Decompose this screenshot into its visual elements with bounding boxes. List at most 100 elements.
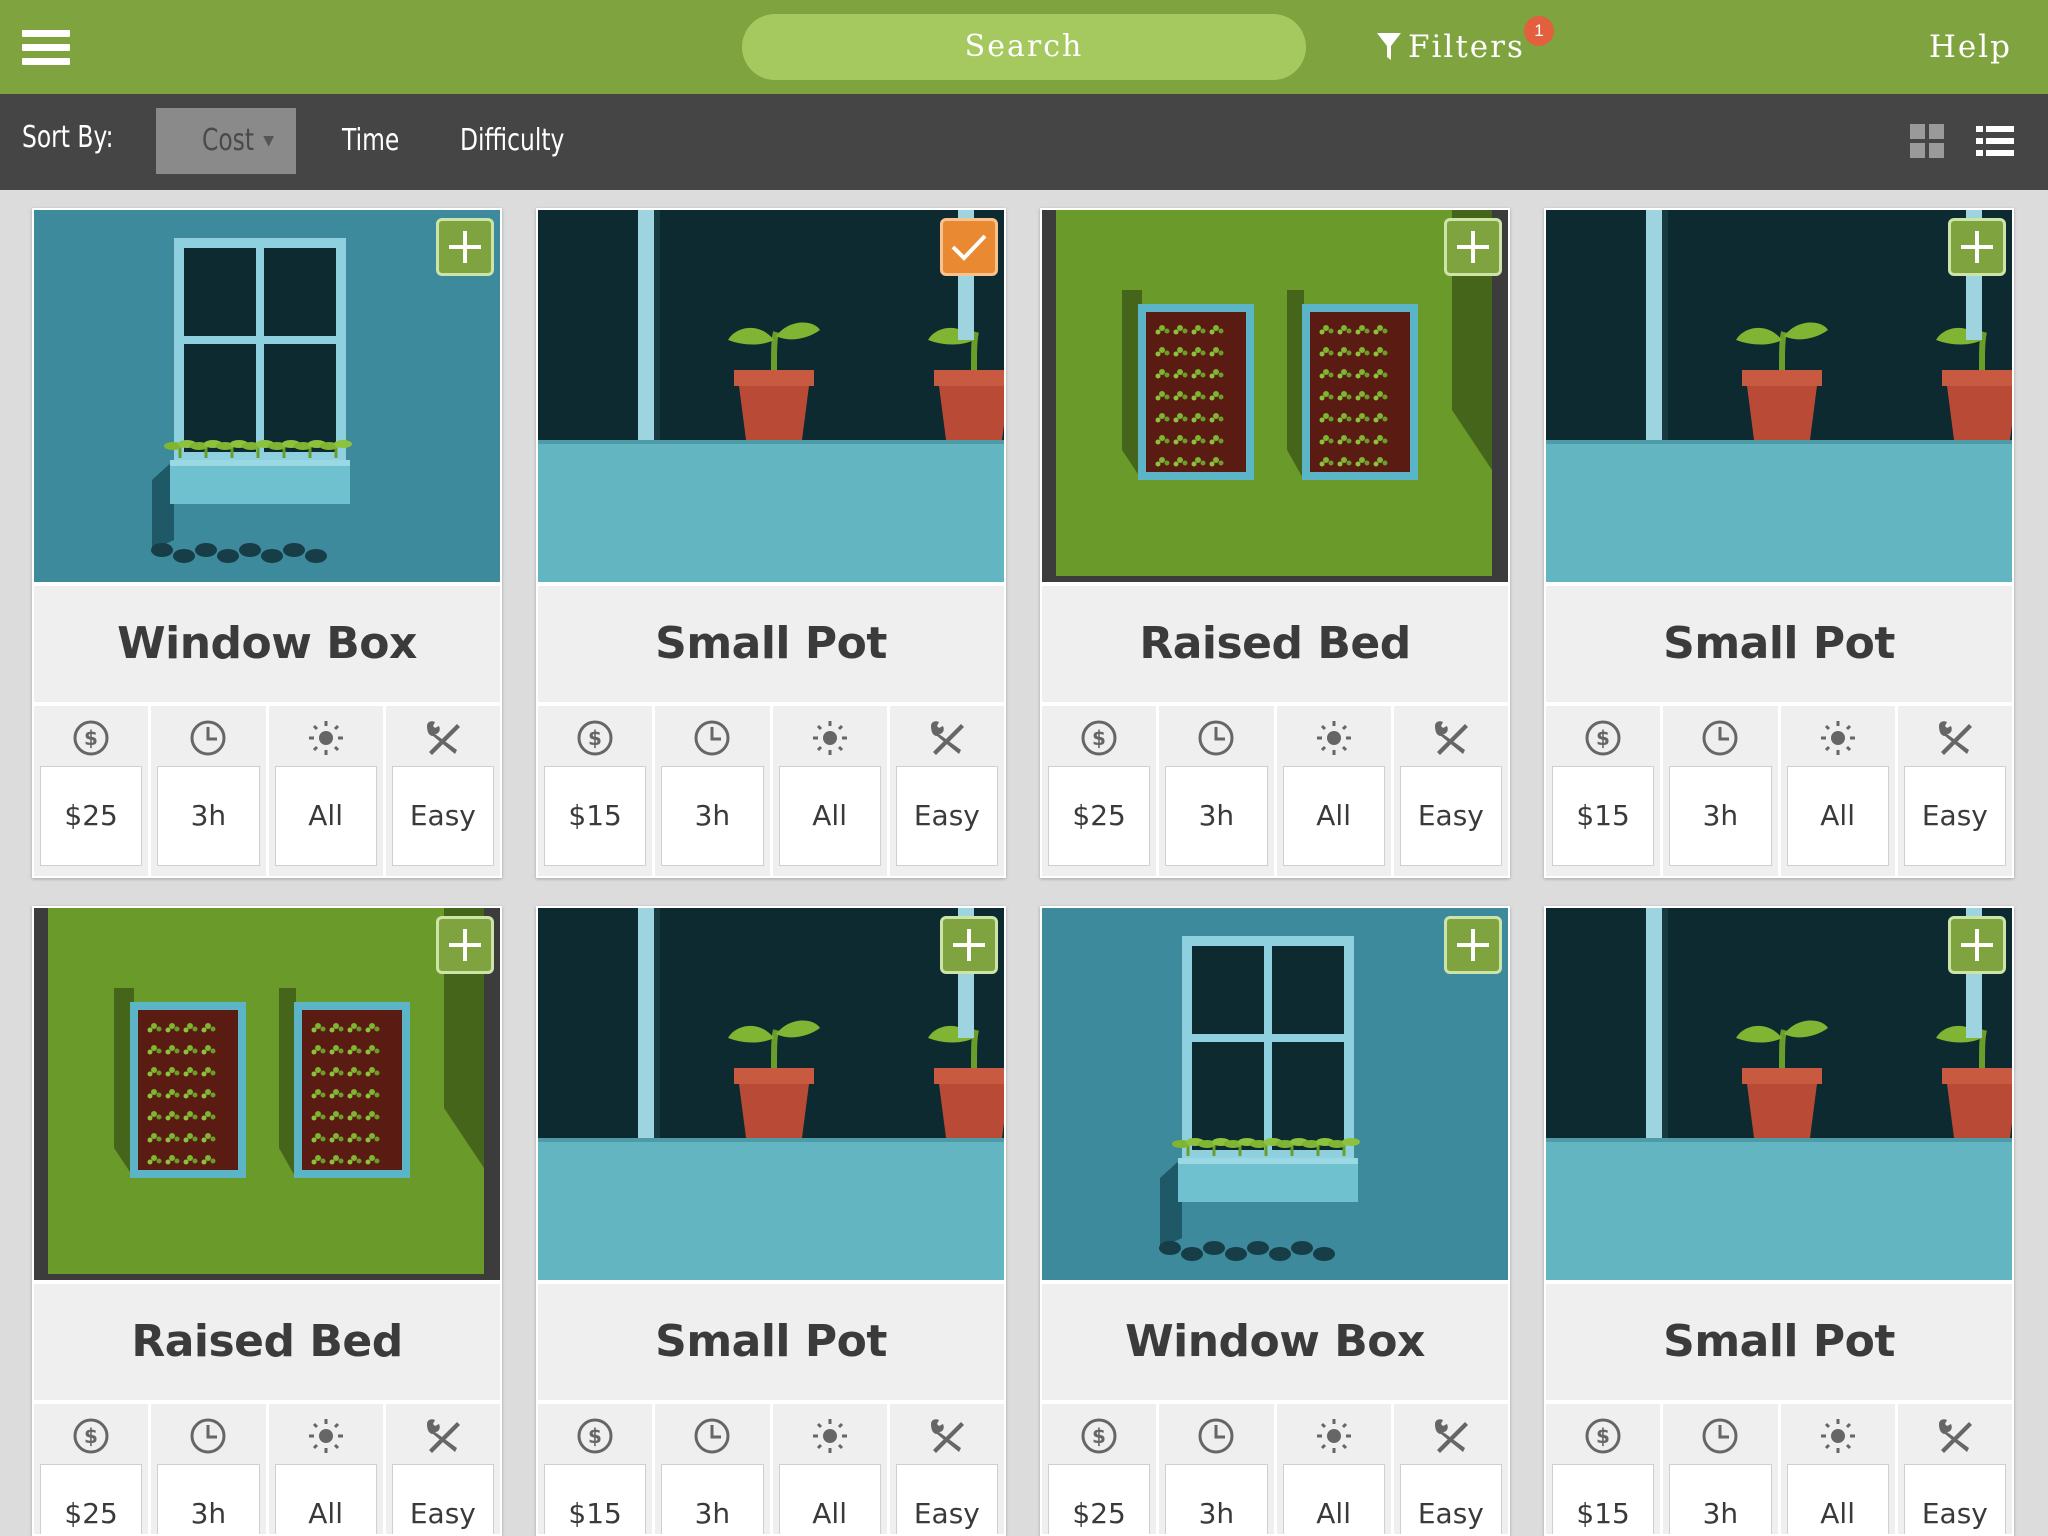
clock-icon — [692, 718, 732, 758]
card-title: Small Pot — [538, 1280, 1004, 1404]
tools-icon — [927, 718, 967, 758]
grid-view-icon[interactable] — [1910, 124, 1944, 158]
sort-bar: Sort By: Cost ▼ Time Difficulty — [0, 94, 2048, 190]
sort-caret-icon: ▼ — [263, 133, 274, 149]
filters-label: Filters — [1408, 29, 1525, 65]
project-card[interactable]: Small Pot $ $15 3h All Easy — [536, 208, 1006, 878]
sun-icon — [306, 718, 346, 758]
clock-icon — [188, 1416, 228, 1456]
svg-text:$: $ — [1596, 726, 1610, 750]
stat-time: 3h — [151, 706, 269, 876]
filters-button[interactable]: Filters — [1376, 22, 1525, 72]
stat-difficulty: Easy — [1898, 706, 2012, 876]
project-card[interactable]: Raised Bed $ $25 3h All Easy — [32, 906, 502, 1536]
clock-icon — [1196, 1416, 1236, 1456]
stat-difficulty-value: Easy — [1903, 1464, 2006, 1534]
project-card[interactable]: Small Pot $ $15 3h All Easy — [1544, 208, 2014, 878]
stat-difficulty-value: Easy — [1399, 766, 1502, 866]
sort-cost-button[interactable]: Cost ▼ — [156, 108, 296, 174]
dollar-icon: $ — [1583, 718, 1623, 758]
plus-icon — [1457, 231, 1489, 263]
help-link[interactable]: Help — [1929, 22, 2012, 72]
plus-icon — [1961, 929, 1993, 961]
sort-time-button[interactable]: Time — [342, 108, 412, 174]
add-button[interactable] — [1444, 218, 1502, 276]
stat-difficulty-value: Easy — [1903, 766, 2006, 866]
tools-icon — [423, 1416, 463, 1456]
project-card[interactable]: Raised Bed $ $25 3h All Easy — [1040, 208, 1510, 878]
svg-text:$: $ — [1596, 1424, 1610, 1448]
sun-icon — [306, 1416, 346, 1456]
list-view-icon[interactable] — [1976, 124, 2014, 158]
dollar-icon: $ — [1079, 718, 1119, 758]
menu-icon[interactable] — [22, 30, 70, 66]
card-stats: $ $15 3h All Easy — [538, 706, 1004, 876]
stat-cost: $ $25 — [34, 706, 152, 876]
sort-difficulty-button[interactable]: Difficulty — [460, 108, 600, 174]
dollar-icon: $ — [575, 1416, 615, 1456]
clock-icon — [1700, 1416, 1740, 1456]
stat-cost: $ $25 — [1042, 1404, 1160, 1534]
add-button[interactable] — [436, 218, 494, 276]
clock-icon — [692, 1416, 732, 1456]
stat-time-value: 3h — [157, 766, 260, 866]
stat-difficulty-value: Easy — [391, 1464, 494, 1534]
clock-icon — [188, 718, 228, 758]
stat-sun-value: All — [1282, 1464, 1385, 1534]
stat-sun: All — [1781, 706, 1898, 876]
dollar-icon: $ — [71, 1416, 111, 1456]
stat-sun: All — [1277, 1404, 1394, 1534]
add-button[interactable] — [1444, 916, 1502, 974]
sun-icon — [1314, 718, 1354, 758]
plus-icon — [1457, 929, 1489, 961]
dollar-icon: $ — [1583, 1416, 1623, 1456]
check-icon — [951, 234, 987, 261]
tools-icon — [1935, 1416, 1975, 1456]
stat-sun: All — [773, 706, 890, 876]
stat-cost: $ $15 — [1546, 706, 1664, 876]
stat-cost-value: $25 — [40, 1464, 143, 1534]
stat-difficulty: Easy — [386, 706, 500, 876]
svg-text:$: $ — [1092, 726, 1106, 750]
tools-icon — [423, 718, 463, 758]
project-card[interactable]: Small Pot $ $15 3h All Easy — [1544, 906, 2014, 1536]
dollar-icon: $ — [575, 718, 615, 758]
add-button[interactable] — [436, 916, 494, 974]
stat-sun-value: All — [274, 1464, 377, 1534]
stat-difficulty-value: Easy — [895, 766, 998, 866]
card-title: Window Box — [34, 582, 500, 706]
stat-cost-value: $25 — [1048, 1464, 1151, 1534]
clock-icon — [1196, 718, 1236, 758]
stat-cost-value: $15 — [544, 766, 647, 866]
project-card[interactable]: Window Box $ $25 3h All Easy — [1040, 906, 1510, 1536]
added-check-button[interactable] — [940, 218, 998, 276]
stat-cost: $ $25 — [34, 1404, 152, 1534]
stat-time: 3h — [1159, 706, 1277, 876]
stat-cost-value: $15 — [544, 1464, 647, 1534]
stat-time: 3h — [1663, 1404, 1781, 1534]
tools-icon — [1431, 1416, 1471, 1456]
stat-sun-value: All — [1786, 766, 1889, 866]
card-stats: $ $15 3h All Easy — [1546, 706, 2012, 876]
stat-cost: $ $15 — [538, 1404, 656, 1534]
stat-cost-value: $25 — [40, 766, 143, 866]
card-title: Small Pot — [538, 582, 1004, 706]
small-pot-illustration — [538, 908, 1004, 1280]
stat-sun-value: All — [778, 1464, 881, 1534]
sort-by-label: Sort By: — [22, 120, 114, 155]
small-pot-illustration — [1546, 210, 2012, 582]
stat-time: 3h — [655, 706, 773, 876]
add-button[interactable] — [1948, 218, 2006, 276]
add-button[interactable] — [940, 916, 998, 974]
add-button[interactable] — [1948, 916, 2006, 974]
stat-time-value: 3h — [1165, 766, 1268, 866]
sun-icon — [810, 718, 850, 758]
search-input[interactable] — [742, 14, 1306, 80]
svg-text:$: $ — [588, 726, 602, 750]
stat-difficulty-value: Easy — [895, 1464, 998, 1534]
dollar-icon: $ — [71, 718, 111, 758]
svg-text:$: $ — [588, 1424, 602, 1448]
stat-time-value: 3h — [1669, 766, 1772, 866]
project-card[interactable]: Window Box $ $25 3h All Easy — [32, 208, 502, 878]
project-card[interactable]: Small Pot $ $15 3h All Easy — [536, 906, 1006, 1536]
